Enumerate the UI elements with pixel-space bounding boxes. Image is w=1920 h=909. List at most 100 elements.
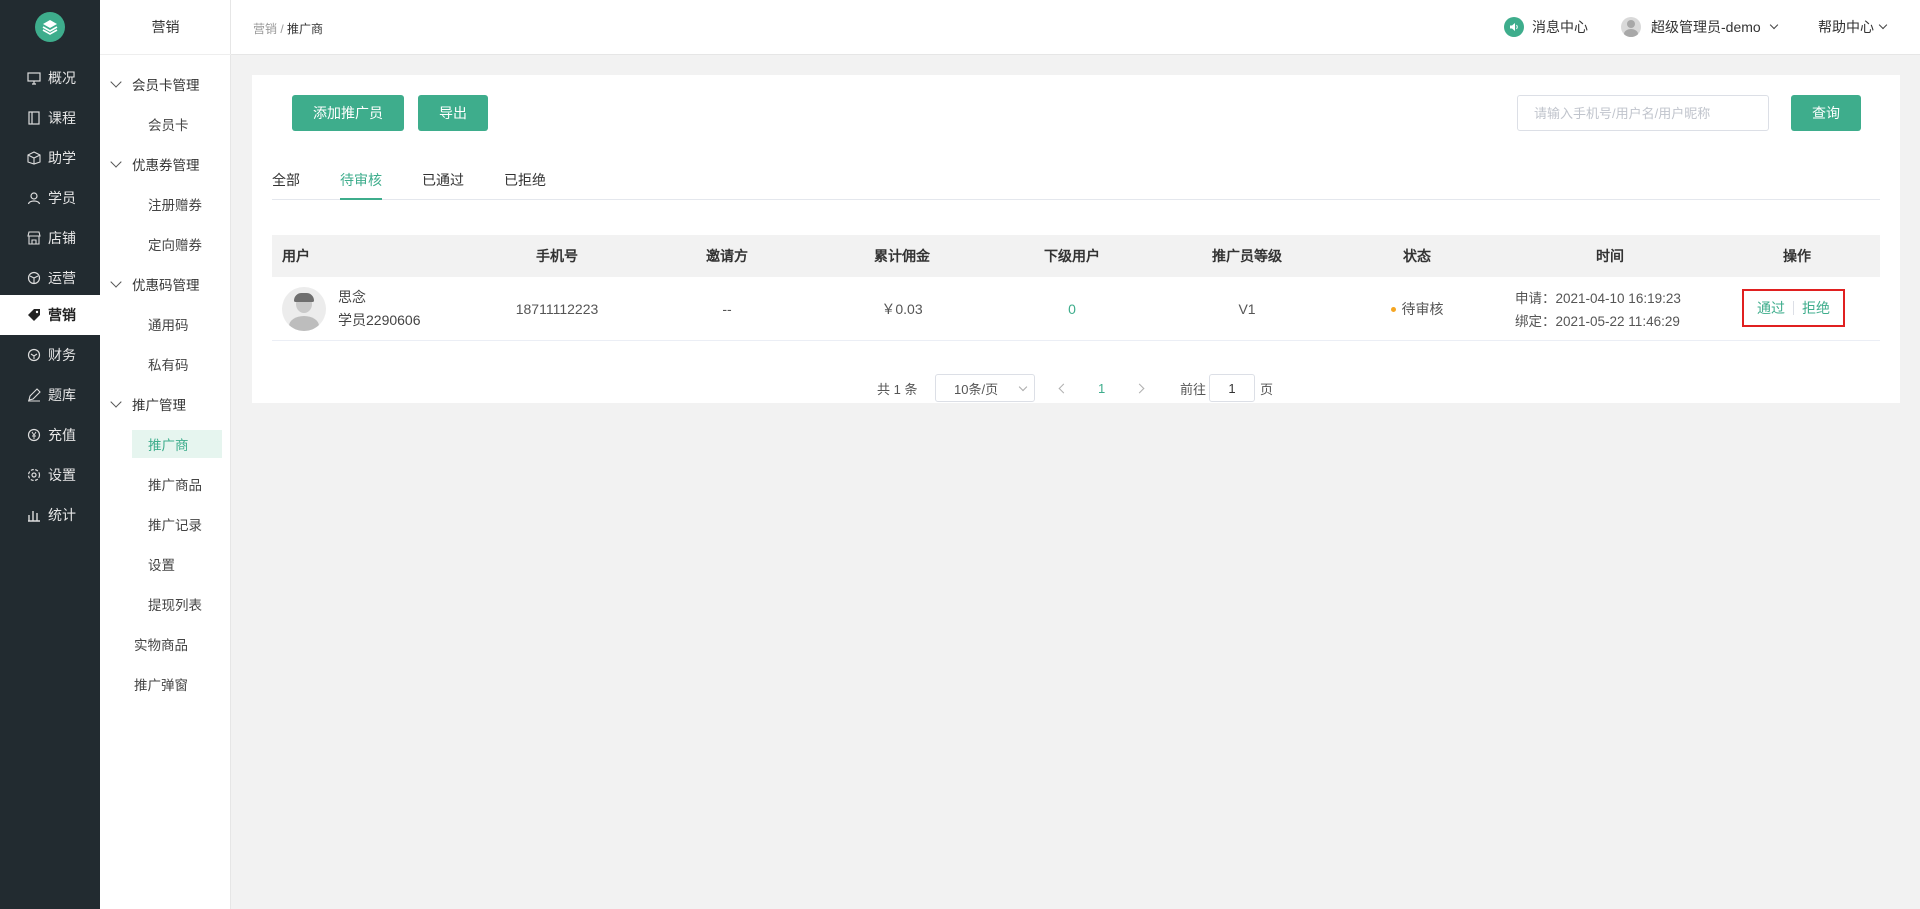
sub-item-member-card[interactable]: 会员卡	[132, 110, 222, 138]
sub-item-physical-goods[interactable]: 实物商品	[122, 630, 212, 658]
user-name: 思念	[338, 289, 366, 305]
sub-item-promo-popup[interactable]: 推广弹窗	[122, 670, 212, 698]
box-icon	[26, 150, 42, 166]
chevron-down-icon	[110, 276, 122, 288]
sub-item-promoter[interactable]: 推广商	[132, 430, 222, 458]
bind-time: 绑定：2021-05-22 11:46:29	[1515, 314, 1680, 329]
chevron-down-icon	[1878, 20, 1888, 30]
sub-item-targeted-coupon[interactable]: 定向赠券	[132, 230, 222, 258]
nav-item-label: 课程	[48, 110, 76, 126]
sub-item-register-coupon[interactable]: 注册赠券	[132, 190, 222, 218]
gear-icon	[26, 467, 42, 483]
column-header-level: 推广员等级	[1212, 248, 1282, 264]
action-divider	[1793, 301, 1794, 315]
column-header-sub-users: 下级用户	[1044, 248, 1100, 264]
page-size-select[interactable]: 10条/页	[935, 374, 1035, 402]
column-header-actions: 操作	[1783, 248, 1811, 264]
chevron-down-icon	[110, 76, 122, 88]
sub-group-coupon[interactable]: 优惠券管理	[110, 152, 200, 176]
sub-item-promo-records[interactable]: 推广记录	[132, 510, 222, 538]
chevron-down-icon	[110, 396, 122, 408]
wallet-icon	[26, 347, 42, 363]
user-menu[interactable]: 超级管理员-demo	[1621, 17, 1778, 37]
goto-page-input[interactable]	[1209, 374, 1255, 402]
nav-item-assist[interactable]: 助学	[0, 138, 100, 178]
tab-rejected[interactable]: 已拒绝	[504, 170, 546, 200]
nav-item-settings[interactable]: 设置	[0, 455, 100, 495]
nav-item-label: 统计	[48, 507, 76, 523]
sub-item-private-code[interactable]: 私有码	[132, 350, 222, 378]
promoter-table: 用户 手机号 邀请方 累计佣金 下级用户 推广员等级 状态 时间 操作 思念 学…	[272, 235, 1880, 341]
sub-item-promo-settings[interactable]: 设置	[132, 550, 222, 578]
status-badge: 待审核	[1342, 277, 1492, 341]
help-center-label: 帮助中心	[1818, 19, 1874, 35]
nav-item-label: 营销	[48, 307, 76, 323]
message-center-label: 消息中心	[1532, 19, 1588, 35]
sub-group-label: 推广管理	[132, 398, 186, 413]
export-button[interactable]: 导出	[418, 95, 488, 131]
reject-link[interactable]: 拒绝	[1802, 298, 1830, 318]
nav-item-label: 店铺	[48, 230, 76, 246]
phone-cell: 18711112223	[515, 301, 599, 317]
book-icon	[26, 110, 42, 126]
column-header-commission: 累计佣金	[874, 248, 930, 264]
nav-item-label: 概况	[48, 70, 76, 86]
tab-all[interactable]: 全部	[272, 170, 300, 200]
chevron-down-icon	[1769, 20, 1778, 30]
nav-item-question-bank[interactable]: 题库	[0, 375, 100, 415]
nav-item-label: 充值	[48, 427, 76, 443]
page-number-current[interactable]: 1	[1098, 374, 1105, 402]
nav-item-recharge[interactable]: 充值	[0, 415, 100, 455]
commission-cell: ￥0.03	[881, 301, 923, 317]
breadcrumb: 营销 / 推广商	[253, 20, 323, 37]
message-center-link[interactable]: 消息中心	[1504, 17, 1588, 37]
user-name: 超级管理员-demo	[1651, 19, 1761, 35]
logo-icon[interactable]	[35, 12, 65, 42]
next-page-button[interactable]	[1134, 374, 1145, 402]
bar-chart-icon	[26, 507, 42, 523]
main-nav: 概况 课程 助学 学员 店铺 运营 营销 财务 题库 充值 设置 统计	[0, 0, 100, 909]
main-card: 添加推广员 导出 查询 全部 待审核 已通过 已拒绝 用户 手机号 邀请方 累计…	[252, 75, 1900, 403]
sub-users-link[interactable]: 0	[997, 277, 1147, 341]
approve-link[interactable]: 通过	[1757, 298, 1785, 318]
column-header-inviter: 邀请方	[706, 248, 748, 264]
column-header-user: 用户	[282, 248, 310, 264]
search-input[interactable]	[1517, 95, 1769, 131]
sub-item-promo-products[interactable]: 推广商品	[132, 470, 222, 498]
sub-group-member-card[interactable]: 会员卡管理	[110, 72, 200, 96]
add-promoter-button[interactable]: 添加推广员	[292, 95, 404, 131]
nav-item-store[interactable]: 店铺	[0, 218, 100, 258]
help-center-menu[interactable]: 帮助中心	[1818, 17, 1888, 37]
column-header-time: 时间	[1596, 248, 1624, 264]
top-header: 营销 / 推广商 消息中心 超级管理员-demo 帮助中心	[231, 0, 1920, 55]
breadcrumb-parent[interactable]: 营销	[253, 22, 277, 36]
sub-group-promotion[interactable]: 推广管理	[110, 392, 186, 416]
actions-cell: 通过 拒绝	[1742, 289, 1845, 327]
sub-group-promo-code[interactable]: 优惠码管理	[110, 272, 200, 296]
tab-approved[interactable]: 已通过	[422, 170, 464, 200]
user-account: 学员2290606	[338, 312, 421, 328]
monitor-icon	[26, 70, 42, 86]
apply-time: 申请：2021-04-10 16:19:23	[1515, 291, 1681, 306]
sub-group-label: 会员卡管理	[132, 78, 200, 93]
table-header: 用户 手机号 邀请方 累计佣金 下级用户 推广员等级 状态 时间 操作	[272, 235, 1880, 277]
user-icon	[26, 190, 42, 206]
nav-item-operation[interactable]: 运营	[0, 258, 100, 298]
page-unit-label: 页	[1260, 381, 1274, 397]
goto-label: 前往	[1180, 381, 1207, 397]
nav-item-students[interactable]: 学员	[0, 178, 100, 218]
nav-item-course[interactable]: 课程	[0, 98, 100, 138]
inviter-cell: --	[722, 301, 732, 317]
prev-page-button[interactable]	[1058, 374, 1069, 402]
sub-item-withdraw-list[interactable]: 提现列表	[132, 590, 222, 618]
nav-item-overview[interactable]: 概况	[0, 58, 100, 98]
sub-nav: 营销 会员卡管理 会员卡 优惠券管理 注册赠券 定向赠券 优惠码管理 通用码 私…	[100, 0, 231, 909]
tab-pending[interactable]: 待审核	[340, 170, 382, 200]
sub-item-general-code[interactable]: 通用码	[132, 310, 222, 338]
query-button[interactable]: 查询	[1791, 95, 1861, 131]
nav-item-marketing[interactable]: 营销	[0, 295, 100, 335]
nav-item-label: 财务	[48, 347, 76, 363]
nav-item-finance[interactable]: 财务	[0, 335, 100, 375]
avatar	[1621, 17, 1641, 37]
nav-item-statistics[interactable]: 统计	[0, 495, 100, 535]
